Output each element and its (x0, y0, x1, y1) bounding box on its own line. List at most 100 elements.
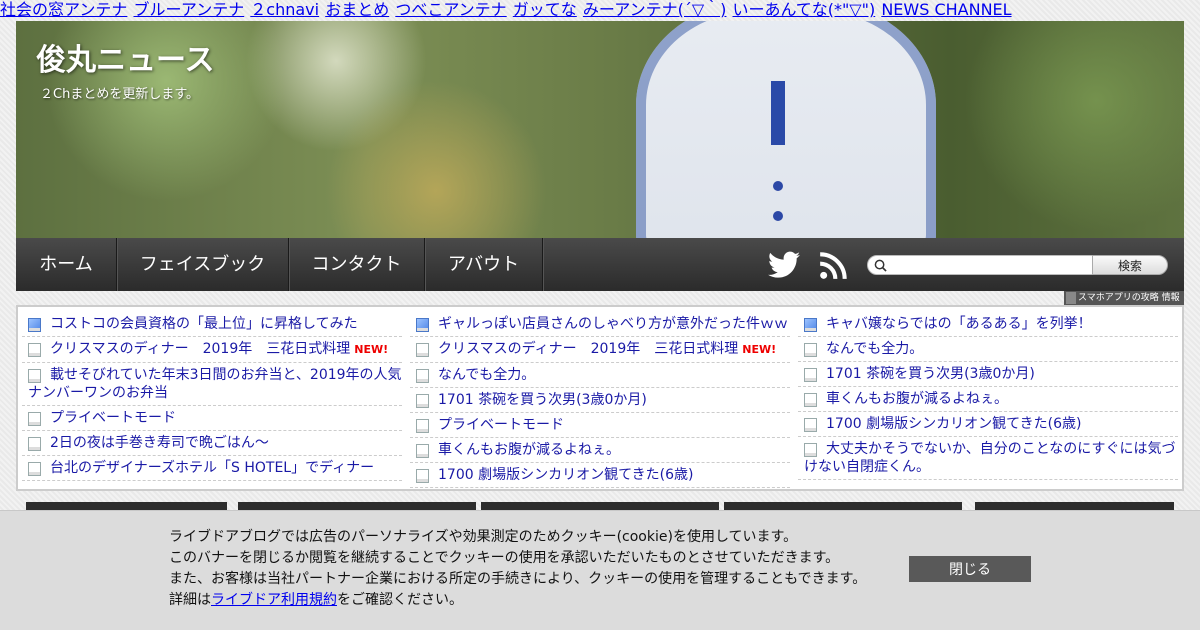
document-icon (28, 462, 41, 476)
feed-item[interactable]: 載せそびれていた年末3日間のお弁当と、2019年の人気ナンバーワンのお弁当 (22, 363, 402, 406)
document-icon (28, 343, 41, 357)
cookie-line: ライブドアブログでは広告のパーソナライズや効果測定のためクッキー(cookie)… (169, 529, 798, 545)
feed-item[interactable]: 1701 茶碗を買う次男(3歳0か月) (798, 362, 1178, 387)
widget-strip (724, 502, 962, 510)
document-icon (416, 444, 429, 458)
nav-item-contact[interactable]: コンタクト (289, 238, 425, 291)
feed-item-title: 大丈夫かそうでないか、自分のことなのにすぐには気づけない自閉症くん。 (804, 441, 1176, 475)
feed-blue-icon (28, 318, 41, 332)
document-icon (804, 418, 817, 432)
feed-item[interactable]: 1701 茶碗を買う次男(3歳0か月) (410, 388, 790, 413)
antenna-link[interactable]: みーアンテナ(´▽｀) (583, 0, 727, 19)
app-info-link[interactable]: スマホアプリの攻略 情報 (1064, 291, 1184, 305)
feed-item-title: 1701 茶碗を買う次男(3歳0か月) (438, 392, 647, 408)
document-icon (804, 368, 817, 382)
feed-item[interactable]: キャバ嬢ならではの「あるある」を列挙！ (798, 312, 1178, 337)
feed-item[interactable]: プライベートモード (22, 406, 402, 431)
nav-item-facebook[interactable]: フェイスブック (117, 238, 289, 291)
feed-item-title: 1700 劇場版シンカリオン観てきた(6歳) (826, 416, 1082, 432)
feed-item-title: 2日の夜は手巻き寿司で晩ごはん～ (50, 435, 269, 451)
feed-item[interactable]: なんでも全力。 (410, 363, 790, 388)
document-icon (416, 419, 429, 433)
antenna-link[interactable]: ２chnavi (250, 0, 319, 19)
feed-item-title: なんでも全力。 (438, 367, 536, 383)
feed-item-title: 台北のデザイナーズホテル「S HOTEL」でディナー (50, 460, 375, 476)
header-photo-detail (773, 181, 783, 191)
antenna-link[interactable]: おまとめ (325, 0, 389, 19)
feed-item[interactable]: 車くんもお腹が減るよねぇ。 (410, 438, 790, 463)
feed-item[interactable]: コストコの会員資格の「最上位」に昇格してみた (22, 312, 402, 337)
document-icon (28, 437, 41, 451)
feed-blue-icon (804, 318, 817, 332)
feed-item[interactable]: 1700 劇場版シンカリオン観てきた(6歳) (798, 412, 1178, 437)
document-icon (804, 443, 817, 457)
search-button[interactable]: 検索 (1092, 255, 1168, 275)
feed-item-title: ギャルっぽい店員さんのしゃべり方が意外だった件ｗｗ (438, 316, 788, 332)
header-photo-detail (773, 211, 783, 221)
antenna-links: 社会の窓アンテナ ブルーアンテナ ２chnavi おまとめ つべこアンテナ ガッ… (0, 0, 1200, 21)
feed-column: コストコの会員資格の「最上位」に昇格してみた クリスマスのディナー 2019年 三… (22, 312, 402, 481)
main-nav: ホーム フェイスブック コンタクト アバウト 検索 (16, 238, 1184, 291)
feed-item[interactable]: なんでも全力。 (798, 337, 1178, 362)
app-icon (1066, 292, 1076, 304)
feed-item-title: 1701 茶碗を買う次男(3歳0か月) (826, 366, 1035, 382)
feed-item[interactable]: ギャルっぽい店員さんのしゃべり方が意外だった件ｗｗ (410, 312, 790, 337)
twitter-icon[interactable] (768, 250, 800, 280)
document-icon (416, 394, 429, 408)
header-photo (636, 21, 936, 238)
antenna-link[interactable]: ガッてな (513, 0, 577, 19)
document-icon (416, 469, 429, 483)
feed-column: ギャルっぽい店員さんのしゃべり方が意外だった件ｗｗ クリスマスのディナー 2019… (410, 312, 790, 488)
cookie-line: このバナーを閉じるか閲覧を継続することでクッキーの使用を承認いただいたものとさせ… (169, 550, 840, 566)
document-icon (416, 369, 429, 383)
site-header: 俊丸ニュース ２Chまとめを更新します。 (16, 21, 1184, 238)
feed-item-title: なんでも全力。 (826, 341, 924, 357)
site-subtitle: ２Chまとめを更新します。 (40, 87, 200, 102)
antenna-link[interactable]: つべこアンテナ (395, 0, 506, 19)
feed-item-title: プライベートモード (50, 410, 176, 426)
nav-item-home[interactable]: ホーム (16, 238, 117, 291)
cookie-text: ライブドアブログでは広告のパーソナライズや効果測定のためクッキー(cookie)… (169, 527, 866, 611)
feed-item-title: キャバ嬢ならではの「あるある」を列挙！ (826, 316, 1092, 332)
antenna-link[interactable]: いーあんてな(*"▽") (733, 0, 876, 19)
feed-item[interactable]: クリスマスのディナー 2019年 三花日式料理 NEW! (410, 337, 790, 363)
feed-item[interactable]: 台北のデザイナーズホテル「S HOTEL」でディナー (22, 456, 402, 481)
feed-item-title: 1700 劇場版シンカリオン観てきた(6歳) (438, 467, 694, 483)
feed-item[interactable]: 1700 劇場版シンカリオン観てきた(6歳) (410, 463, 790, 488)
nav-item-about[interactable]: アバウト (425, 238, 543, 291)
cookie-line: 詳細はライブドア利用規約をご確認ください。 (169, 590, 866, 611)
feed-item[interactable]: 大丈夫かそうでないか、自分のことなのにすぐには気づけない自閉症くん。 (798, 437, 1178, 480)
feed-item-title: 車くんもお腹が減るよねぇ。 (438, 442, 620, 458)
new-badge: NEW! (354, 343, 389, 356)
antenna-link[interactable]: NEWS CHANNEL (881, 0, 1011, 19)
app-info-label: スマホアプリの攻略 情報 (1078, 293, 1180, 303)
feed-blue-icon (416, 318, 429, 332)
feed-item-title: プライベートモード (438, 417, 564, 433)
document-icon (28, 369, 41, 383)
cookie-line-suffix: をご確認ください。 (337, 592, 463, 608)
widget-strip (481, 502, 719, 510)
search-icon (874, 259, 887, 272)
feed-column: キャバ嬢ならではの「あるある」を列挙！ なんでも全力。 1701 茶碗を買う次男(3… (798, 312, 1178, 480)
search-input[interactable] (890, 257, 1090, 273)
feed-item[interactable]: 車くんもお腹が減るよねぇ。 (798, 387, 1178, 412)
new-badge: NEW! (742, 343, 777, 356)
cookie-line-prefix: 詳細は (169, 592, 211, 608)
document-icon (28, 412, 41, 426)
document-icon (804, 393, 817, 407)
widget-strip (238, 502, 476, 510)
antenna-link[interactable]: 社会の窓アンテナ (0, 0, 127, 19)
document-icon (804, 343, 817, 357)
feed-item-title: 載せそびれていた年末3日間のお弁当と、2019年の人気ナンバーワンのお弁当 (28, 367, 402, 401)
rss-icon[interactable] (819, 252, 847, 280)
terms-link[interactable]: ライブドア利用規約 (211, 592, 337, 608)
feed-item[interactable]: プライベートモード (410, 413, 790, 438)
widget-strip (26, 502, 227, 510)
feed-item[interactable]: クリスマスのディナー 2019年 三花日式料理 NEW! (22, 337, 402, 363)
feed-item-title: コストコの会員資格の「最上位」に昇格してみた (50, 316, 358, 332)
feed-item[interactable]: 2日の夜は手巻き寿司で晩ごはん～ (22, 431, 402, 456)
feed-item-title: クリスマスのディナー 2019年 三花日式料理 (50, 341, 351, 357)
site-title[interactable]: 俊丸ニュース (36, 35, 215, 79)
antenna-link[interactable]: ブルーアンテナ (133, 0, 244, 19)
cookie-close-button[interactable]: 閉じる (909, 556, 1031, 582)
